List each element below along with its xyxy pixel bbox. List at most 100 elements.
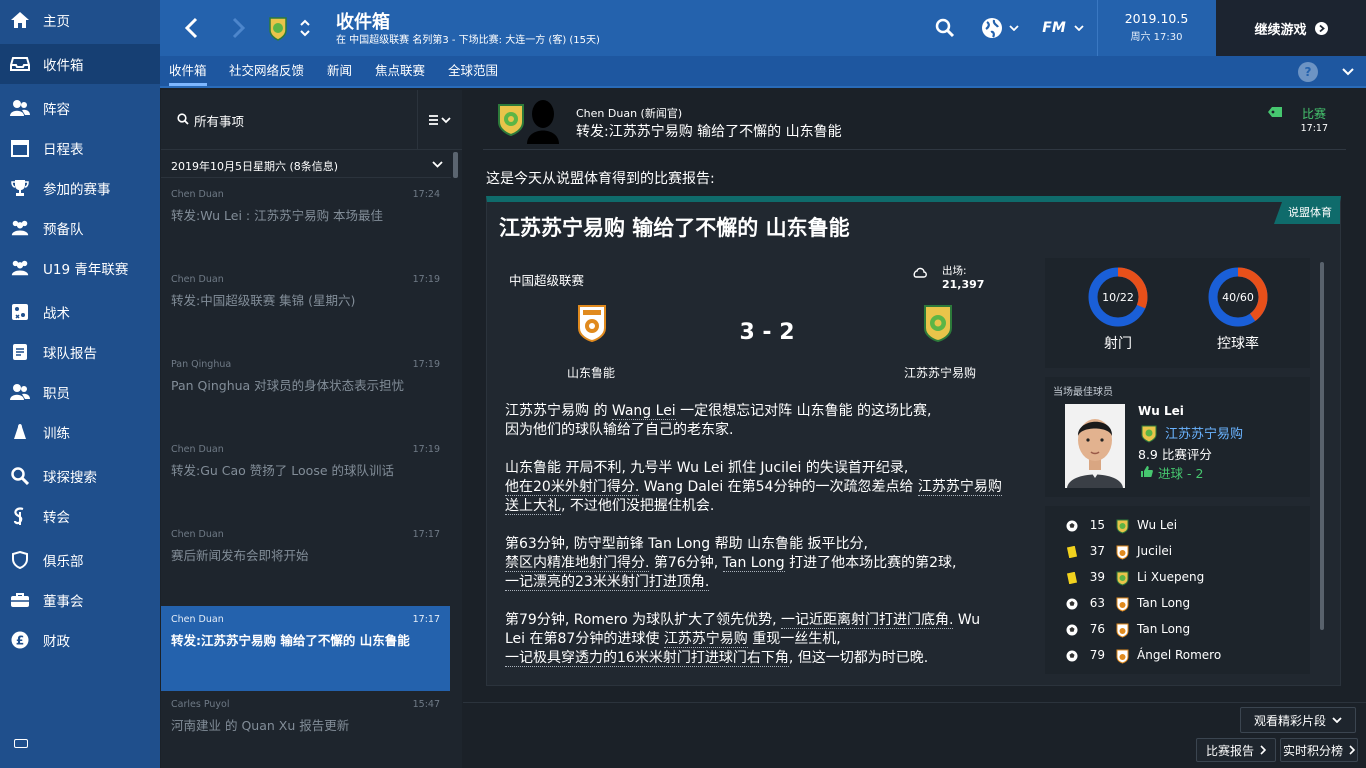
home-club-badge-icon (1116, 623, 1129, 638)
shots-donut[interactable]: 10/22 (1087, 266, 1149, 328)
sidebar-item-tactics[interactable]: 战术 (0, 292, 160, 332)
match-event-row[interactable]: 63 Tan Long (1045, 591, 1310, 617)
competition-name[interactable]: 中国超级联赛 (509, 270, 584, 289)
highlight-link[interactable]: 一记近距离射门打进门底角. (781, 612, 954, 629)
away-club-badge[interactable] (923, 304, 953, 342)
sidebar-item-label: 收件箱 (43, 58, 84, 74)
club-switch-button[interactable] (296, 0, 314, 56)
event-player[interactable]: Wu Lei (1137, 518, 1177, 532)
report-scrollbar[interactable] (1320, 262, 1324, 630)
match-event-row[interactable]: 39 Li Xuepeng (1045, 565, 1310, 591)
event-minute: 76 (1089, 622, 1105, 636)
watch-highlights-button[interactable]: 观看精彩片段 (1240, 707, 1356, 733)
home-club-badge[interactable] (577, 304, 607, 342)
message-item-selected[interactable]: Chen Duan 17:17 转发:江苏苏宁易购 输给了不懈的 山东鲁能 (161, 606, 450, 691)
match-event-row[interactable]: 37 Jucilei (1045, 539, 1310, 565)
sidebar-item-u19[interactable]: U19 青年联赛 (0, 248, 160, 288)
team-link[interactable]: 江苏苏宁易购 (663, 631, 748, 648)
message-category-tag[interactable]: 比赛 (1302, 105, 1326, 122)
sidebar-item-scouting[interactable]: 球探搜索 (0, 456, 160, 496)
date-group-label: 2019年10月5日星期六 (8条信息) (171, 160, 339, 173)
sidebar-item-board[interactable]: 董事会 (0, 580, 160, 620)
match-event-row[interactable]: 76 Tan Long (1045, 617, 1310, 643)
message-item[interactable]: Chen Duan 17:19 转发:Gu Cao 赞扬了 Loose 的球队训… (161, 436, 450, 521)
sidebar-item-label: 董事会 (43, 594, 84, 610)
sidebar-item-team-report[interactable]: 球队报告 (0, 332, 160, 372)
message-item[interactable]: Pan Qinghua 17:19 Pan Qinghua 对球员的身体状态表示… (161, 351, 450, 436)
current-day-time: 周六 17:30 (1130, 32, 1183, 43)
sidebar-item-reserves[interactable]: 预备队 (0, 208, 160, 248)
tab-social-feed[interactable]: 社交网络反馈 (229, 56, 304, 86)
chevron-down-icon[interactable] (1342, 68, 1354, 76)
player-link[interactable]: Tan Long (722, 555, 785, 572)
match-stats-panel: 10/22 射门 40/60 控球率 (1045, 258, 1310, 368)
match-event-row[interactable]: 15 Wu Lei (1045, 513, 1310, 539)
event-player[interactable]: Li Xuepeng (1137, 570, 1204, 584)
best-player-club[interactable]: 江苏苏宁易购 (1165, 423, 1243, 442)
list-scrollbar[interactable] (453, 152, 458, 178)
event-player[interactable]: Tan Long (1137, 596, 1190, 610)
report-source-tag: 说盟体育 (1274, 202, 1340, 224)
continue-game-button[interactable]: 继续游戏 (1216, 0, 1366, 56)
club-badge-icon (1141, 425, 1157, 443)
sidebar-item-training[interactable]: 训练 (0, 412, 160, 452)
message-time: 17:19 (412, 444, 440, 455)
team-report-icon (10, 342, 30, 362)
message-item[interactable]: Chen Duan 17:19 转发:中国超级联赛 集锦 (星期六) (161, 266, 450, 351)
sidebar-item-schedule[interactable]: 日程表 (0, 128, 160, 168)
message-filter-search[interactable]: 所有事项 (194, 111, 244, 130)
tab-inbox[interactable]: 收件箱 (169, 56, 207, 86)
team-link[interactable]: 江苏苏宁易购 (505, 403, 589, 419)
back-button[interactable] (174, 0, 208, 56)
highlight-link[interactable]: 一记极具穿透力的16米米射门打进球门右下角 (505, 650, 789, 667)
highlight-link[interactable]: 禁区内精准地射门得分. (505, 555, 650, 572)
message-item[interactable]: Carles Puyol 15:47 河南建业 的 Quan Xu 报告更新 (161, 691, 450, 768)
event-minute: 39 (1089, 570, 1105, 584)
world-menu-button[interactable] (977, 0, 1023, 56)
club-badge-button[interactable] (266, 0, 290, 56)
player-link[interactable]: Wang Lei (611, 403, 676, 420)
date-group-header[interactable]: 2019年10月5日星期六 (8条信息) (161, 152, 451, 178)
sidebar-item-club[interactable]: 俱乐部 (0, 540, 160, 580)
help-button[interactable]: ? (1298, 62, 1318, 82)
possession-donut[interactable]: 40/60 (1207, 266, 1269, 328)
tab-focus-league[interactable]: 焦点联赛 (375, 56, 425, 86)
live-table-button[interactable]: 实时积分榜 (1280, 738, 1358, 762)
trophy-icon (10, 178, 30, 198)
event-player[interactable]: Ángel Romero (1137, 648, 1221, 662)
match-event-row[interactable]: 79 Ángel Romero (1045, 643, 1310, 669)
away-team-name[interactable]: 江苏苏宁易购 (880, 364, 1000, 381)
event-player[interactable]: Jucilei (1137, 544, 1172, 558)
event-player[interactable]: Tan Long (1137, 622, 1190, 636)
search-button[interactable] (930, 0, 960, 56)
highlight-link[interactable]: 一记漂亮的23米米射门打进顶角. (505, 574, 710, 591)
keyboard-icon[interactable] (14, 739, 28, 748)
sidebar-item-competitions[interactable]: 参加的赛事 (0, 168, 160, 208)
sidebar-item-transfers[interactable]: 转会 (0, 496, 160, 536)
match-report-button[interactable]: 比赛报告 (1196, 738, 1276, 762)
event-minute: 79 (1089, 648, 1105, 662)
home-club-badge-icon (1116, 597, 1129, 612)
help-icon: ? (1304, 65, 1312, 79)
message-item[interactable]: Chen Duan 17:24 转发:Wu Lei : 江苏苏宁易购 本场最佳 (161, 181, 450, 266)
highlight-link[interactable]: 送上大礼 (505, 498, 561, 515)
best-player-name[interactable]: Wu Lei (1138, 404, 1184, 418)
list-options-button[interactable] (417, 90, 462, 150)
sidebar-item-inbox[interactable]: 收件箱 (0, 44, 160, 84)
tab-news[interactable]: 新闻 (327, 56, 352, 86)
tab-worldwide[interactable]: 全球范围 (448, 56, 498, 86)
highlight-link[interactable]: 他在20米外射门得分. (505, 479, 640, 496)
fm-menu-button[interactable]: FM (1040, 0, 1086, 56)
player-photo[interactable] (1065, 404, 1125, 488)
sidebar-item-squad[interactable]: 阵容 (0, 88, 160, 128)
forward-button[interactable] (222, 0, 256, 56)
event-minute: 15 (1089, 518, 1105, 532)
message-item[interactable]: Chen Duan 17:17 赛后新闻发布会即将开始 (161, 521, 450, 606)
sidebar: 主页 收件箱 阵容 日程表 参加的赛事 预备队 U19 青年联赛 战术 球队报告… (0, 0, 160, 768)
sidebar-item-staff[interactable]: 职员 (0, 372, 160, 412)
sidebar-item-label: 日程表 (43, 142, 84, 158)
home-team-name[interactable]: 山东鲁能 (531, 364, 651, 381)
team-link[interactable]: 江苏苏宁易购 (917, 479, 1002, 496)
sidebar-item-finance[interactable]: £ 财政 (0, 620, 160, 660)
sidebar-item-home[interactable]: 主页 (0, 0, 160, 40)
